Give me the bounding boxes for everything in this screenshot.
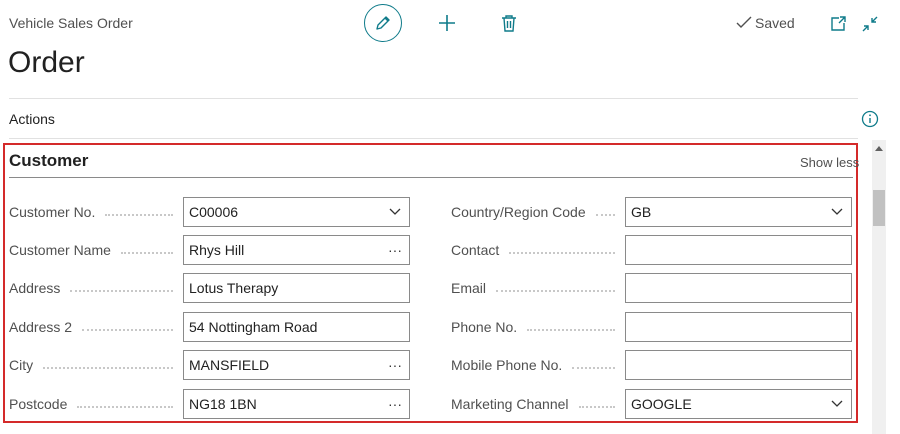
address-2-label-text: Address 2	[9, 319, 73, 335]
collapse-button[interactable]	[858, 12, 882, 36]
mobile-phone-no-field[interactable]	[625, 350, 852, 380]
postcode-value: NG18 1BN	[189, 396, 257, 412]
city-field[interactable]: MANSFIELD ···	[183, 350, 410, 380]
customer-no-label: Customer No.	[9, 197, 179, 227]
customer-name-label-text: Customer Name	[9, 242, 111, 258]
show-less-link[interactable]: Show less	[800, 155, 859, 170]
trash-icon	[502, 15, 516, 32]
contact-field[interactable]	[625, 235, 852, 265]
label-leader-dots	[509, 252, 615, 254]
new-button[interactable]	[435, 11, 459, 35]
page-title: Order	[8, 46, 85, 79]
customer-name-value: Rhys Hill	[189, 242, 245, 258]
mobile-phone-no-label: Mobile Phone No.	[451, 350, 621, 380]
actions-divider	[9, 138, 858, 139]
customer-no-field[interactable]: C00006	[183, 197, 410, 227]
city-value: MANSFIELD	[189, 357, 270, 373]
info-icon	[861, 110, 879, 128]
customer-no-label-text: Customer No.	[9, 204, 96, 220]
marketing-channel-label-text: Marketing Channel	[451, 396, 569, 412]
label-leader-dots	[527, 329, 615, 331]
scrollbar-track[interactable]	[872, 140, 886, 434]
label-leader-dots	[595, 214, 615, 216]
checkmark-icon	[736, 16, 752, 28]
city-label-text: City	[9, 357, 34, 373]
save-status: Saved	[736, 15, 795, 31]
address-2-field[interactable]: 54 Nottingham Road	[183, 312, 410, 342]
plus-icon	[439, 15, 455, 31]
actions-menu[interactable]: Actions	[9, 111, 55, 127]
country-region-code-value: GB	[631, 204, 652, 220]
collapse-icon	[862, 16, 878, 32]
marketing-channel-value: GOOGLE	[631, 396, 692, 412]
phone-no-field[interactable]	[625, 312, 852, 342]
marketing-channel-label: Marketing Channel	[451, 389, 621, 419]
label-leader-dots	[43, 367, 173, 369]
label-leader-dots	[70, 290, 173, 292]
email-label-text: Email	[451, 280, 487, 296]
contact-label-text: Contact	[451, 242, 500, 258]
lookup-ellipsis-icon[interactable]: ···	[381, 242, 409, 258]
pencil-icon	[376, 16, 390, 30]
lookup-ellipsis-icon[interactable]: ···	[381, 396, 409, 412]
country-region-code-label-text: Country/Region Code	[451, 204, 586, 220]
label-leader-dots	[105, 214, 173, 216]
address-value: Lotus Therapy	[189, 280, 279, 296]
customer-name-label: Customer Name	[9, 235, 179, 265]
email-field[interactable]	[625, 273, 852, 303]
email-label: Email	[451, 273, 621, 303]
saved-label: Saved	[755, 15, 795, 31]
address-2-value: 54 Nottingham Road	[189, 319, 318, 335]
country-region-code-label: Country/Region Code	[451, 197, 621, 227]
chevron-up-icon	[875, 146, 883, 151]
address-label-text: Address	[9, 280, 61, 296]
contact-label: Contact	[451, 235, 621, 265]
postcode-label-text: Postcode	[9, 396, 68, 412]
section-divider	[9, 177, 853, 178]
customer-name-field[interactable]: Rhys Hill ···	[183, 235, 410, 265]
label-leader-dots	[120, 252, 173, 254]
chevron-down-icon[interactable]	[823, 400, 851, 408]
postcode-field[interactable]: NG18 1BN ···	[183, 389, 410, 419]
customer-no-value: C00006	[189, 204, 239, 220]
section-title: Customer	[9, 151, 89, 170]
address-label: Address	[9, 273, 179, 303]
label-leader-dots	[82, 329, 173, 331]
info-button[interactable]	[858, 107, 882, 131]
phone-no-label-text: Phone No.	[451, 319, 518, 335]
scroll-up-arrow[interactable]	[873, 142, 885, 154]
label-leader-dots	[578, 406, 615, 408]
open-new-window-icon	[831, 16, 846, 31]
chevron-down-icon[interactable]	[823, 208, 851, 216]
label-leader-dots	[496, 290, 615, 292]
mobile-phone-no-label-text: Mobile Phone No.	[451, 357, 563, 373]
address-2-label: Address 2	[9, 312, 179, 342]
lookup-ellipsis-icon[interactable]: ···	[381, 357, 409, 373]
chevron-down-icon[interactable]	[381, 208, 409, 216]
city-label: City	[9, 350, 179, 380]
page-type-caption: Vehicle Sales Order	[9, 15, 133, 31]
scrollbar-thumb[interactable]	[873, 190, 885, 226]
marketing-channel-field[interactable]: GOOGLE	[625, 389, 852, 419]
postcode-label: Postcode	[9, 389, 179, 419]
address-field[interactable]: Lotus Therapy	[183, 273, 410, 303]
label-leader-dots	[77, 406, 173, 408]
label-leader-dots	[572, 367, 615, 369]
phone-no-label: Phone No.	[451, 312, 621, 342]
header-divider	[9, 98, 858, 99]
open-new-window-button[interactable]	[826, 12, 850, 36]
country-region-code-field[interactable]: GB	[625, 197, 852, 227]
edit-button[interactable]	[364, 4, 402, 42]
delete-button[interactable]	[497, 11, 521, 35]
